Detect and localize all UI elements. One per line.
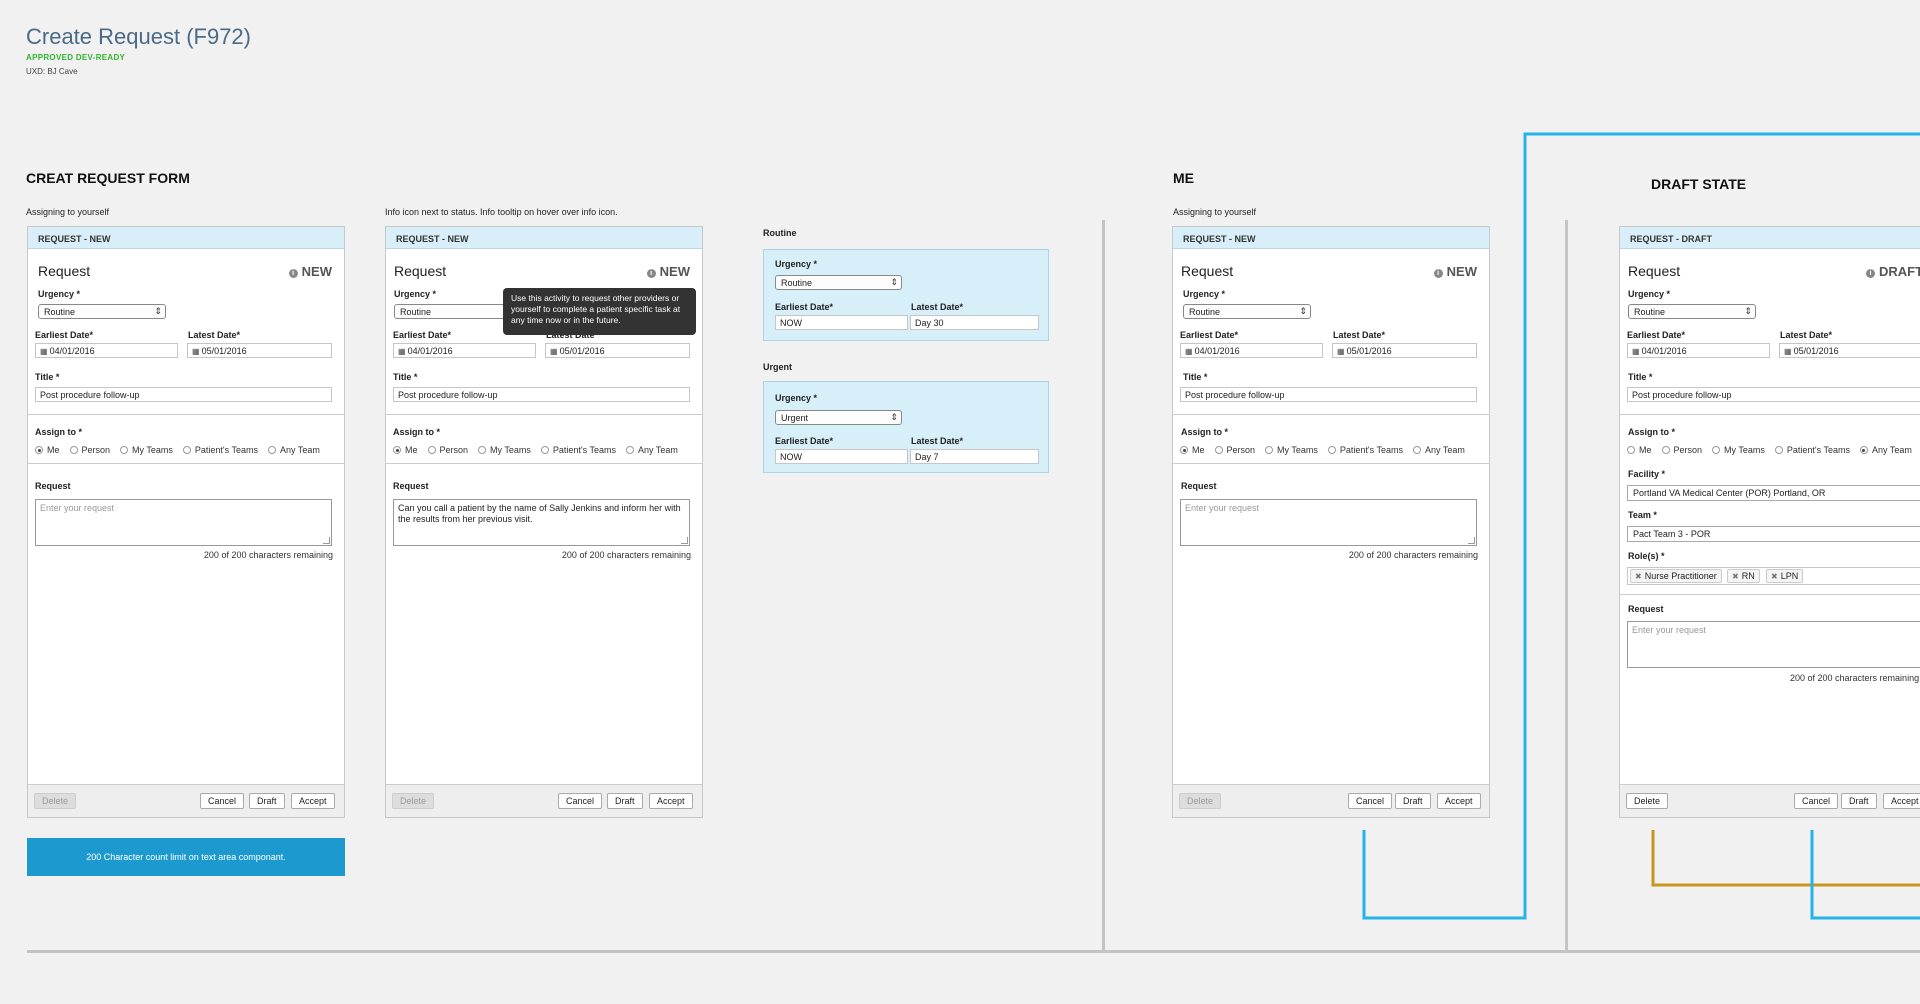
flow-connectors	[1362, 132, 1920, 920]
connector-delete	[1651, 830, 1920, 887]
connector-accept	[1810, 830, 1920, 920]
connector-me-to-draft	[1362, 132, 1920, 920]
